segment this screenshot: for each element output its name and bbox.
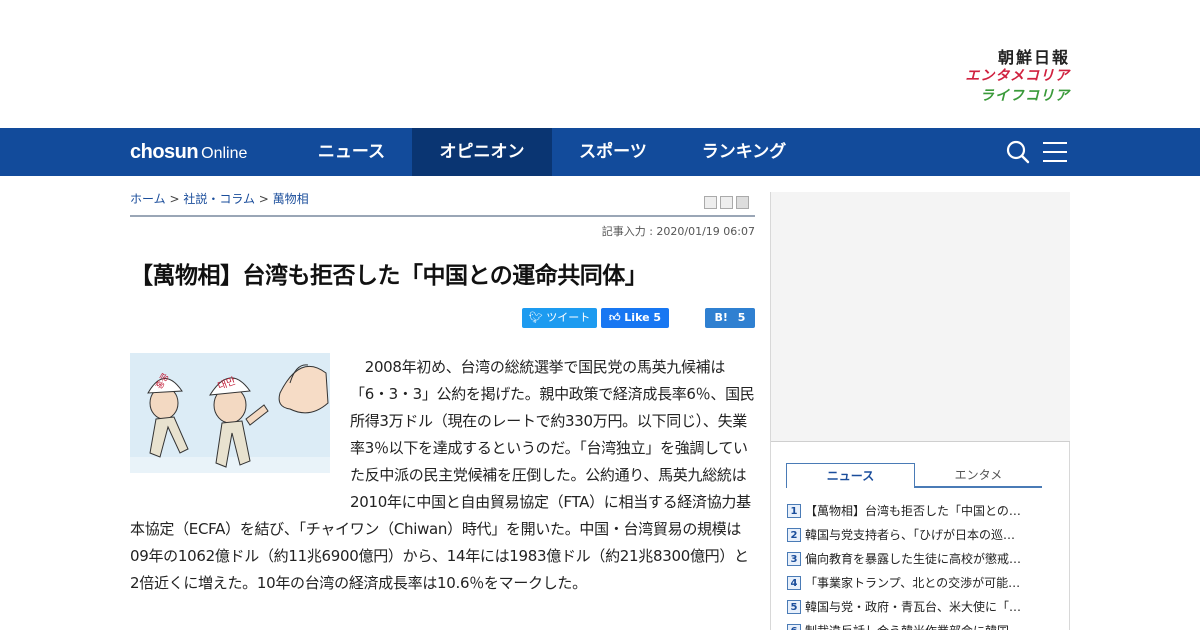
hamburger-menu-icon[interactable] bbox=[1043, 141, 1067, 163]
list-item[interactable]: 5 韓国与党・政府・青瓦台、米大使に「… bbox=[787, 594, 1047, 618]
print-icon[interactable] bbox=[704, 196, 717, 209]
logo-bold-text: chosun bbox=[130, 141, 199, 163]
rank-title: 偏向教育を暴露した生徒に高校が懲戒… bbox=[805, 551, 1022, 566]
ad-placeholder bbox=[771, 192, 1070, 442]
list-item[interactable]: 3 偏向教育を暴露した生徒に高校が懲戒… bbox=[787, 546, 1047, 570]
back-icon[interactable] bbox=[736, 196, 749, 209]
breadcrumb-sep: > bbox=[165, 192, 184, 206]
list-item[interactable]: 4 「事業家トランプ、北との交渉が可能… bbox=[787, 570, 1047, 594]
life-korea-link[interactable]: ライフコリア bbox=[965, 86, 1070, 106]
article-body: 2008年初め、台湾の総統選挙で国民党の馬英九候補は「6・3・3」公約を掲げた。… bbox=[130, 354, 755, 597]
search-icon[interactable] bbox=[1006, 140, 1030, 164]
logo-light-text: Online bbox=[201, 145, 248, 162]
chosun-online-logo[interactable]: chosun Online bbox=[130, 138, 247, 166]
site-header: 朝鮮日報 エンタメコリア ライフコリア bbox=[0, 0, 1200, 128]
article-headline: 【萬物相】台湾も拒否した「中国との運命共同体」 bbox=[130, 263, 648, 289]
image-spacer bbox=[130, 354, 350, 502]
hatena-icon: B! bbox=[714, 311, 728, 324]
thumbs-up-icon: 👍︎ bbox=[608, 311, 621, 324]
rank-number: 5 bbox=[787, 599, 801, 614]
nav-item-opinion[interactable]: オピニオン bbox=[412, 128, 552, 176]
list-item[interactable]: 6 制裁違反話し合う韓米作業部会に韓国… bbox=[787, 618, 1047, 630]
rank-number: 2 bbox=[787, 527, 801, 542]
rank-title: 「事業家トランプ、北との交渉が可能… bbox=[805, 575, 1021, 590]
font-size-icon[interactable] bbox=[720, 196, 733, 209]
tweet-label: ツイート bbox=[546, 311, 591, 324]
partner-brands: 朝鮮日報 エンタメコリア ライフコリア bbox=[965, 44, 1070, 106]
rank-number: 6 bbox=[787, 623, 801, 630]
entame-korea-link[interactable]: エンタメコリア bbox=[965, 66, 1070, 86]
breadcrumb-sep: > bbox=[254, 192, 273, 206]
nav-item-ranking[interactable]: ランキング bbox=[674, 128, 814, 176]
rank-title: 制裁違反話し合う韓米作業部会に韓国… bbox=[805, 619, 1041, 630]
breadcrumb-section[interactable]: 社説・コラム bbox=[183, 192, 255, 206]
chosun-ilbo-link[interactable]: 朝鮮日報 bbox=[965, 44, 1070, 67]
tab-entame[interactable]: エンタメ bbox=[915, 463, 1042, 488]
divider bbox=[130, 215, 755, 217]
nav-item-news[interactable]: ニュース bbox=[291, 128, 412, 176]
article-tools bbox=[704, 192, 752, 211]
like-label: Like 5 bbox=[624, 311, 662, 324]
hatena-bookmark-button[interactable]: B! 5 bbox=[705, 308, 755, 328]
hatena-count: 5 bbox=[737, 311, 746, 324]
tweet-button[interactable]: 🐦︎ ツイート bbox=[522, 308, 597, 328]
twitter-bird-icon: 🐦︎ bbox=[528, 311, 543, 324]
list-item[interactable]: 1 【萬物相】台湾も拒否した「中国との… bbox=[787, 498, 1047, 522]
right-sidebar: ニュース エンタメ 1 【萬物相】台湾も拒否した「中国との… 2 韓国与党支持者ら、… bbox=[770, 192, 1070, 630]
tab-news[interactable]: ニュース bbox=[786, 463, 915, 488]
rank-number: 4 bbox=[787, 575, 801, 590]
nav-item-sports[interactable]: スポーツ bbox=[552, 128, 674, 176]
rank-title: 韓国与党・政府・青瓦台、米大使に「… bbox=[805, 599, 1022, 614]
main-nav: chosun Online ニュース オピニオン スポーツ ランキング bbox=[0, 128, 1200, 176]
breadcrumb-column[interactable]: 萬物相 bbox=[273, 192, 309, 206]
rank-number: 1 bbox=[787, 503, 801, 518]
rank-number: 3 bbox=[787, 551, 801, 566]
breadcrumb-home[interactable]: ホーム bbox=[130, 192, 166, 206]
rank-title: 韓国与党支持者ら、「ひげが日本の巡… bbox=[805, 527, 1016, 542]
rank-title: 【萬物相】台湾も拒否した「中国との… bbox=[805, 503, 1021, 518]
facebook-like-button[interactable]: 👍︎ Like 5 bbox=[601, 308, 669, 328]
list-item[interactable]: 2 韓国与党支持者ら、「ひげが日本の巡… bbox=[787, 522, 1047, 546]
article-date: 記事入力 : 2020/01/19 06:07 bbox=[601, 225, 755, 238]
ranking-list: 1 【萬物相】台湾も拒否した「中国との… 2 韓国与党支持者ら、「ひげが日本の巡… … bbox=[787, 498, 1047, 630]
breadcrumb: ホーム > 社説・コラム > 萬物相 bbox=[130, 190, 309, 207]
ranking-tabs: ニュース エンタメ bbox=[786, 463, 1043, 488]
